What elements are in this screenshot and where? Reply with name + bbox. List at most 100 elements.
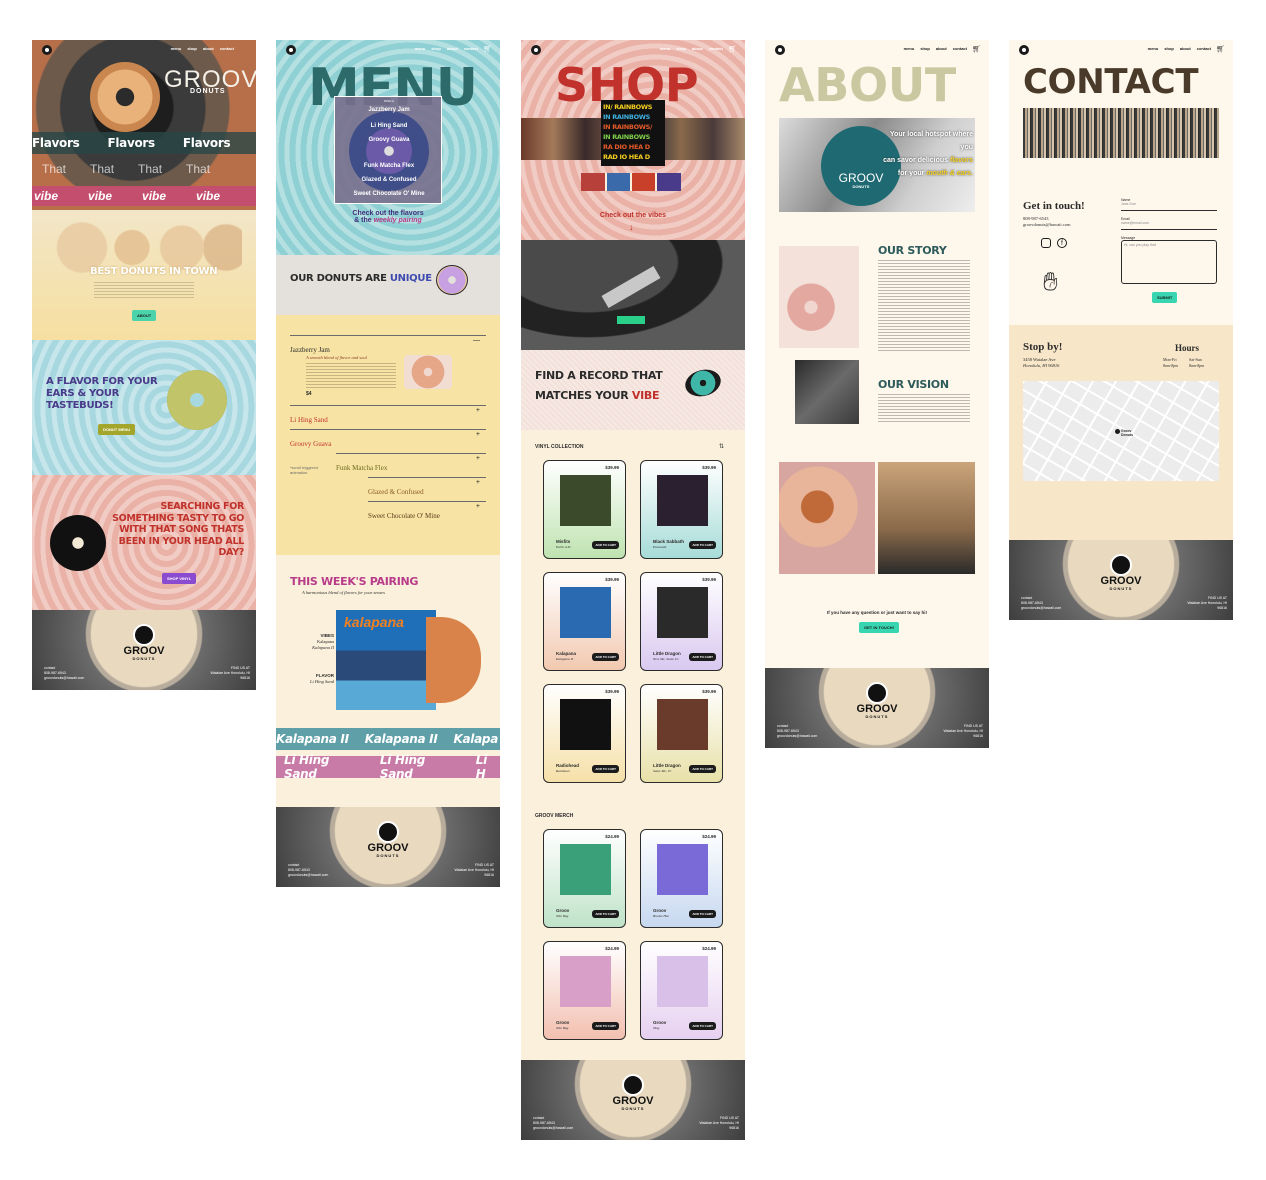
cart-icon[interactable]: 🛒︎ [972,45,981,53]
nav-about[interactable]: about [692,46,703,51]
stop-by-section: Stop by! 3458 Waialae Ave Honolulu, HI 9… [1009,325,1233,540]
nav-contact[interactable]: contact [220,46,234,51]
footer-email[interactable]: groovdonuts@hawaii.com [288,873,328,878]
get-in-touch-button[interactable]: GET IN TOUCH! [859,622,899,633]
expand-icon[interactable]: + [476,407,480,414]
nav-contact[interactable]: contact [953,46,967,51]
album-cover[interactable] [657,587,708,638]
expand-icon[interactable]: + [476,455,480,462]
nav-menu[interactable]: menu [904,46,915,51]
vinyl-card[interactable]: $39.99Little DragonSame Me, Ur♥ADD TO CA… [640,684,723,783]
about-button[interactable]: ABOUT [132,310,157,321]
add-to-cart-button[interactable]: ADD TO CART [592,910,619,918]
gallery-donuts-photo [779,462,875,574]
merch-card[interactable]: $24.99GroovMug♥ADD TO CART [640,941,723,1040]
nav-shop[interactable]: shop [431,46,441,51]
merch-heading: GROOV MERCH [535,813,574,819]
donut-menu-button[interactable]: DONUT MENU [98,424,136,435]
merch-card[interactable]: $24.99GroovTote Bag♥ADD TO CART [543,941,626,1040]
accordion-item-guava[interactable]: Groovy Guava + [290,429,486,451]
filter-icon[interactable]: ⇅ [719,443,724,450]
vinyl-card[interactable]: $39.99RadioheadRainbows♥ADD TO CART [543,684,626,783]
product-price: $39.99 [605,465,619,470]
expand-icon[interactable]: + [476,431,480,438]
add-to-cart-button[interactable]: ADD TO CART [689,541,716,549]
accordion-item-li-hing[interactable]: Li Hing Sand + [290,405,486,427]
merch-card[interactable]: $24.99GroovTote Bag♥ADD TO CART [543,829,626,928]
name-field[interactable]: Jane Doe [1121,202,1217,211]
nav-contact[interactable]: contact [1197,46,1211,51]
nav-about[interactable]: about [447,46,458,51]
accordion-item-matcha[interactable]: Funk Matcha Flex + [336,453,486,475]
album-cover[interactable] [657,699,708,750]
add-to-cart-button[interactable]: ADD TO CART [689,765,716,773]
add-to-cart-button[interactable]: ADD TO CART [592,541,619,549]
vinyl-card[interactable]: $39.99MisfitsEarth A.D.♥ADD TO CART [543,460,626,559]
add-to-cart-button[interactable]: ADD TO CART [689,910,716,918]
accordion-item-jazzberry[interactable]: Jazzberry Jam — [290,335,486,357]
vinyl-card[interactable]: $39.99Little DragonNew Me, Same Us♥ADD T… [640,572,723,671]
merch-photo[interactable] [657,956,708,1007]
accordion-item-chocolate[interactable]: Sweet Chocolate O' Mine + [368,501,486,523]
cart-icon[interactable]: 🛒︎ [483,45,492,53]
logo-icon[interactable] [1019,45,1029,55]
footer-email[interactable]: groovdonuts@hawaii.com [777,734,817,739]
product-price: $39.99 [605,577,619,582]
logo-icon[interactable] [775,45,785,55]
nav-about[interactable]: about [1180,46,1191,51]
about-hero-photo: GROOV DONUTS Your local hotspot where yo… [779,118,975,212]
nav-menu[interactable]: menu [171,46,182,51]
nav-menu[interactable]: menu [660,46,671,51]
email-field[interactable]: name@email.com [1121,221,1217,230]
cart-icon[interactable]: 🛒︎ [728,45,737,53]
product-price: $24.99 [605,834,619,839]
merch-card[interactable]: $24.99GroovBucket Hat♥ADD TO CART [640,829,723,928]
nav-shop[interactable]: shop [920,46,930,51]
collapse-icon[interactable]: — [473,337,480,344]
footer-email[interactable]: groovdonuts@hawaii.com [44,676,84,681]
message-field[interactable]: Hi, can you play that [1121,240,1217,284]
footer-email[interactable]: groovdonuts@hawaii.com [533,1126,573,1131]
footer-address: Waialae Ave Honolulu, HI 96816 [1187,601,1228,610]
contact-email[interactable]: groovdonuts@hawaii.com [1023,222,1071,228]
nav-shop[interactable]: shop [676,46,686,51]
album-cover[interactable] [560,699,611,750]
add-to-cart-button[interactable]: ADD TO CART [592,653,619,661]
add-to-cart-button[interactable]: ADD TO CART [592,1022,619,1030]
expand-icon[interactable]: + [476,479,480,486]
instagram-icon[interactable] [1041,238,1051,248]
nav-about[interactable]: about [203,46,214,51]
add-to-cart-button[interactable]: ADD TO CART [689,653,716,661]
story-title: OUR STORY [878,244,947,257]
nav-menu[interactable]: menu [1148,46,1159,51]
expand-icon[interactable]: + [476,503,480,510]
logo-icon[interactable] [286,45,296,55]
album-cover[interactable] [657,475,708,526]
nav-contact[interactable]: contact [464,46,478,51]
nav-shop[interactable]: shop [1164,46,1174,51]
accordion-item-glazed[interactable]: Glazed & Confused + [368,477,486,499]
add-to-cart-button[interactable]: ADD TO CART [592,765,619,773]
contact-nav: menu shop about contact 🛒︎ [1009,40,1233,60]
vinyl-card[interactable]: $39.99Black SabbathParanoid♥ADD TO CART [640,460,723,559]
logo-icon[interactable] [42,45,52,55]
submit-button[interactable]: SUBMIT [1152,292,1178,303]
merch-photo[interactable] [657,844,708,895]
facebook-icon[interactable]: f [1057,238,1067,248]
nav-menu[interactable]: menu [415,46,426,51]
vinyl-card[interactable]: $39.99KalapanaKalapana II♥ADD TO CART [543,572,626,671]
logo-icon[interactable] [531,45,541,55]
add-to-cart-button[interactable]: ADD TO CART [689,1022,716,1030]
album-cover[interactable] [560,475,611,526]
shop-vinyl-button[interactable]: SHOP VINYL [162,573,197,584]
nav-contact[interactable]: contact [709,46,723,51]
album-cover[interactable] [560,587,611,638]
location-map[interactable]: Groov Donuts [1023,381,1219,481]
nav-shop[interactable]: shop [187,46,197,51]
footer-email[interactable]: groovdonuts@hawaii.com [1021,606,1061,611]
cart-icon[interactable]: 🛒︎ [1216,45,1225,53]
album-thumbnails[interactable] [581,173,681,191]
merch-photo[interactable] [560,844,611,895]
merch-photo[interactable] [560,956,611,1007]
nav-about[interactable]: about [936,46,947,51]
